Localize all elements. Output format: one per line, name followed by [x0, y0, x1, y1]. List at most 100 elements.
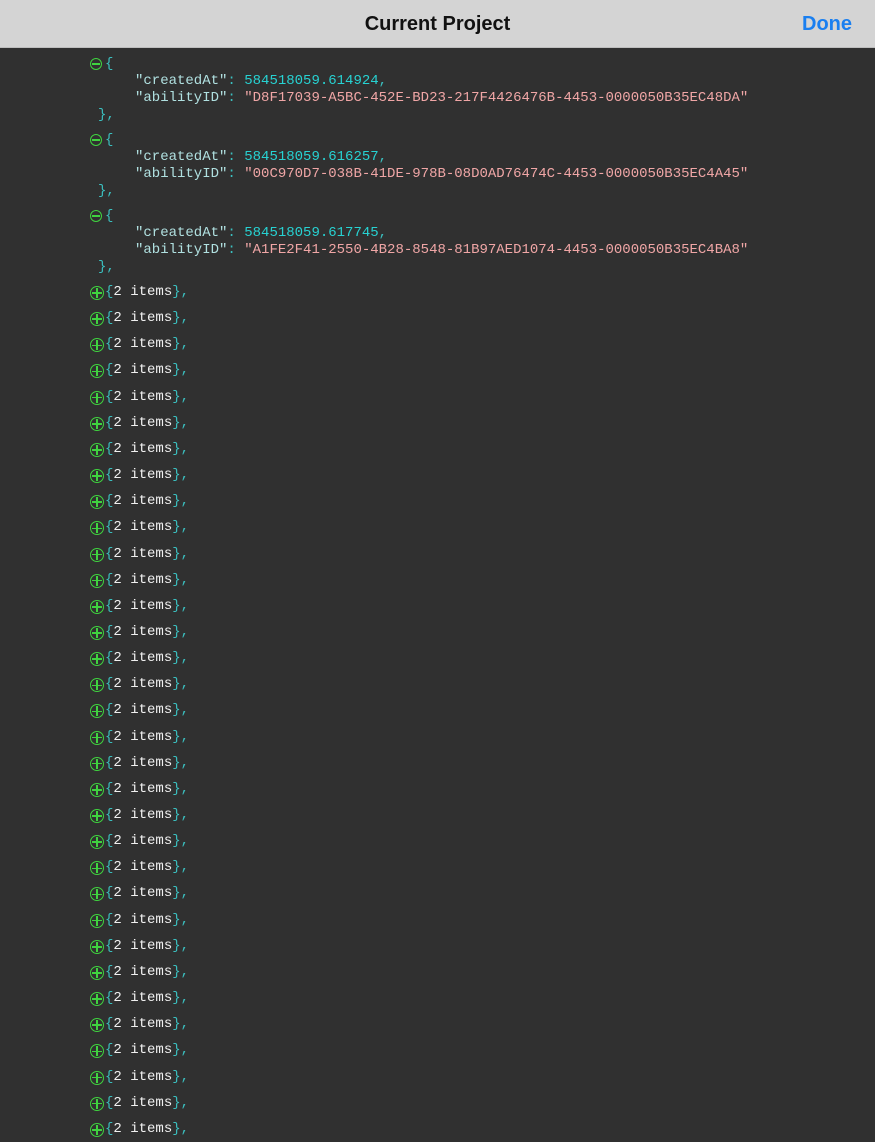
plus-circle-icon[interactable]	[90, 625, 104, 640]
collapsed-object-row[interactable]: {2 items},	[0, 360, 875, 380]
collapsed-object-row[interactable]: {2 items},	[0, 596, 875, 616]
object-open-line: {	[90, 208, 113, 225]
plus-circle-icon[interactable]	[90, 286, 104, 300]
plus-circle-icon[interactable]	[90, 312, 104, 327]
plus-circle-icon[interactable]	[90, 547, 104, 562]
plus-circle-icon[interactable]	[90, 1070, 104, 1085]
plus-circle-icon[interactable]	[90, 469, 104, 484]
collapsed-object-row[interactable]: {2 items},	[0, 674, 875, 694]
plus-circle-icon[interactable]	[90, 730, 104, 745]
plus-circle-icon[interactable]	[90, 573, 104, 588]
plus-circle-icon[interactable]	[90, 678, 104, 693]
plus-circle-icon[interactable]	[90, 338, 104, 353]
close-brace: },	[172, 728, 190, 745]
item-count-label: 2 items	[113, 1120, 173, 1137]
plus-circle-icon[interactable]	[90, 442, 104, 457]
collapsed-object-row[interactable]: {2 items},	[0, 700, 875, 720]
plus-circle-icon[interactable]	[90, 652, 104, 667]
collapsed-object-row[interactable]: {2 items},	[0, 779, 875, 799]
collapsed-object-row[interactable]: {2 items},	[0, 910, 875, 930]
plus-circle-icon[interactable]	[90, 756, 104, 771]
plus-circle-icon[interactable]	[90, 495, 104, 510]
colon: :	[227, 149, 245, 165]
plus-circle-icon[interactable]	[90, 809, 104, 823]
close-brace: },	[172, 310, 190, 327]
close-brace: },	[172, 597, 190, 614]
plus-circle-icon[interactable]	[90, 521, 104, 536]
open-brace: {	[105, 208, 114, 224]
collapsed-summary: {2 items},	[105, 1069, 189, 1086]
item-count-label: 2 items	[113, 990, 173, 1007]
plus-circle-icon[interactable]	[90, 939, 104, 954]
collapsed-object-row[interactable]: {2 items},	[0, 465, 875, 485]
plus-circle-icon[interactable]	[90, 992, 104, 1007]
collapsed-object-row[interactable]: {2 items},	[0, 334, 875, 354]
plus-circle-icon[interactable]	[90, 390, 104, 405]
created-at-row: "createdAt": 584518059.616257,	[135, 149, 387, 166]
close-brace: },	[172, 571, 190, 588]
plus-circle-icon[interactable]	[90, 599, 104, 614]
collapsed-object-row[interactable]: {2 items},	[0, 1014, 875, 1034]
minus-circle-icon[interactable]	[90, 134, 102, 146]
collapsed-object-row[interactable]: {2 items},	[0, 831, 875, 851]
plus-circle-icon[interactable]	[90, 782, 104, 797]
collapsed-object-row[interactable]: {2 items},	[0, 753, 875, 773]
ability-id-value: "00C970D7-038B-41DE-978B-08D0AD76474C-44…	[244, 166, 749, 182]
collapsed-summary: {2 items},	[105, 833, 189, 850]
collapsed-object-row[interactable]: {2 items},	[0, 1119, 875, 1139]
plus-circle-icon[interactable]	[90, 416, 104, 431]
json-viewer[interactable]: {"createdAt": 584518059.614924, "abilityI…	[0, 48, 875, 1142]
created-at-key: "createdAt"	[135, 73, 228, 89]
collapsed-object-row[interactable]: {2 items},	[0, 570, 875, 590]
collapsed-object-row[interactable]: {2 items},	[0, 988, 875, 1008]
collapsed-object-row[interactable]: {2 items},	[0, 308, 875, 328]
minus-circle-icon[interactable]	[90, 210, 102, 222]
plus-circle-icon[interactable]	[90, 364, 104, 379]
minus-circle-icon[interactable]	[90, 58, 102, 70]
item-count-label: 2 items	[113, 310, 173, 327]
collapsed-summary: {2 items},	[105, 1121, 189, 1138]
close-brace: },	[172, 807, 190, 823]
item-count-label: 2 items	[113, 807, 173, 823]
created-at-key: "createdAt"	[135, 149, 228, 165]
plus-circle-icon[interactable]	[90, 887, 104, 902]
done-button[interactable]: Done	[802, 0, 852, 48]
collapsed-object-row[interactable]: {2 items},	[0, 491, 875, 511]
created-at-value: 584518059.614924	[244, 73, 379, 89]
plus-circle-icon[interactable]	[90, 965, 104, 980]
collapsed-object-row[interactable]: {2 items},	[0, 622, 875, 642]
collapsed-object-row[interactable]: {2 items},	[0, 544, 875, 564]
collapsed-object-row[interactable]: {2 items},	[0, 1040, 875, 1060]
collapsed-object-row[interactable]: {2 items},	[0, 883, 875, 903]
item-count-label: 2 items	[113, 1094, 173, 1111]
item-count-label: 2 items	[113, 702, 173, 719]
collapsed-object-row[interactable]: {2 items},	[0, 282, 875, 302]
collapsed-object-row[interactable]: {2 items},	[0, 413, 875, 433]
collapsed-object-row[interactable]: {2 items},	[0, 962, 875, 982]
collapsed-object-row[interactable]: {2 items},	[0, 727, 875, 747]
item-count-label: 2 items	[113, 571, 173, 588]
item-count-label: 2 items	[113, 1016, 173, 1033]
collapsed-object-row[interactable]: {2 items},	[0, 439, 875, 459]
plus-circle-icon[interactable]	[90, 1044, 104, 1059]
collapsed-object-row[interactable]: {2 items},	[0, 648, 875, 668]
collapsed-object-row[interactable]: {2 items},	[0, 1093, 875, 1113]
collapsed-object-row[interactable]: {2 items},	[0, 805, 875, 825]
colon: :	[227, 242, 245, 258]
plus-circle-icon[interactable]	[90, 1122, 104, 1137]
plus-circle-icon[interactable]	[90, 1018, 104, 1033]
collapsed-object-row[interactable]: {2 items},	[0, 1067, 875, 1087]
plus-circle-icon[interactable]	[90, 704, 104, 719]
item-count-label: 2 items	[113, 780, 173, 797]
plus-circle-icon[interactable]	[90, 835, 104, 850]
collapsed-object-row[interactable]: {2 items},	[0, 857, 875, 877]
close-brace: },	[172, 702, 190, 719]
item-count-label: 2 items	[113, 467, 173, 484]
collapsed-object-row[interactable]: {2 items},	[0, 517, 875, 537]
plus-circle-icon[interactable]	[90, 913, 104, 928]
collapsed-object-row[interactable]: {2 items},	[0, 936, 875, 956]
plus-circle-icon[interactable]	[90, 1096, 104, 1111]
plus-circle-icon[interactable]	[90, 861, 104, 876]
collapsed-object-row[interactable]: {2 items},	[0, 387, 875, 407]
open-brace: {	[105, 56, 114, 72]
